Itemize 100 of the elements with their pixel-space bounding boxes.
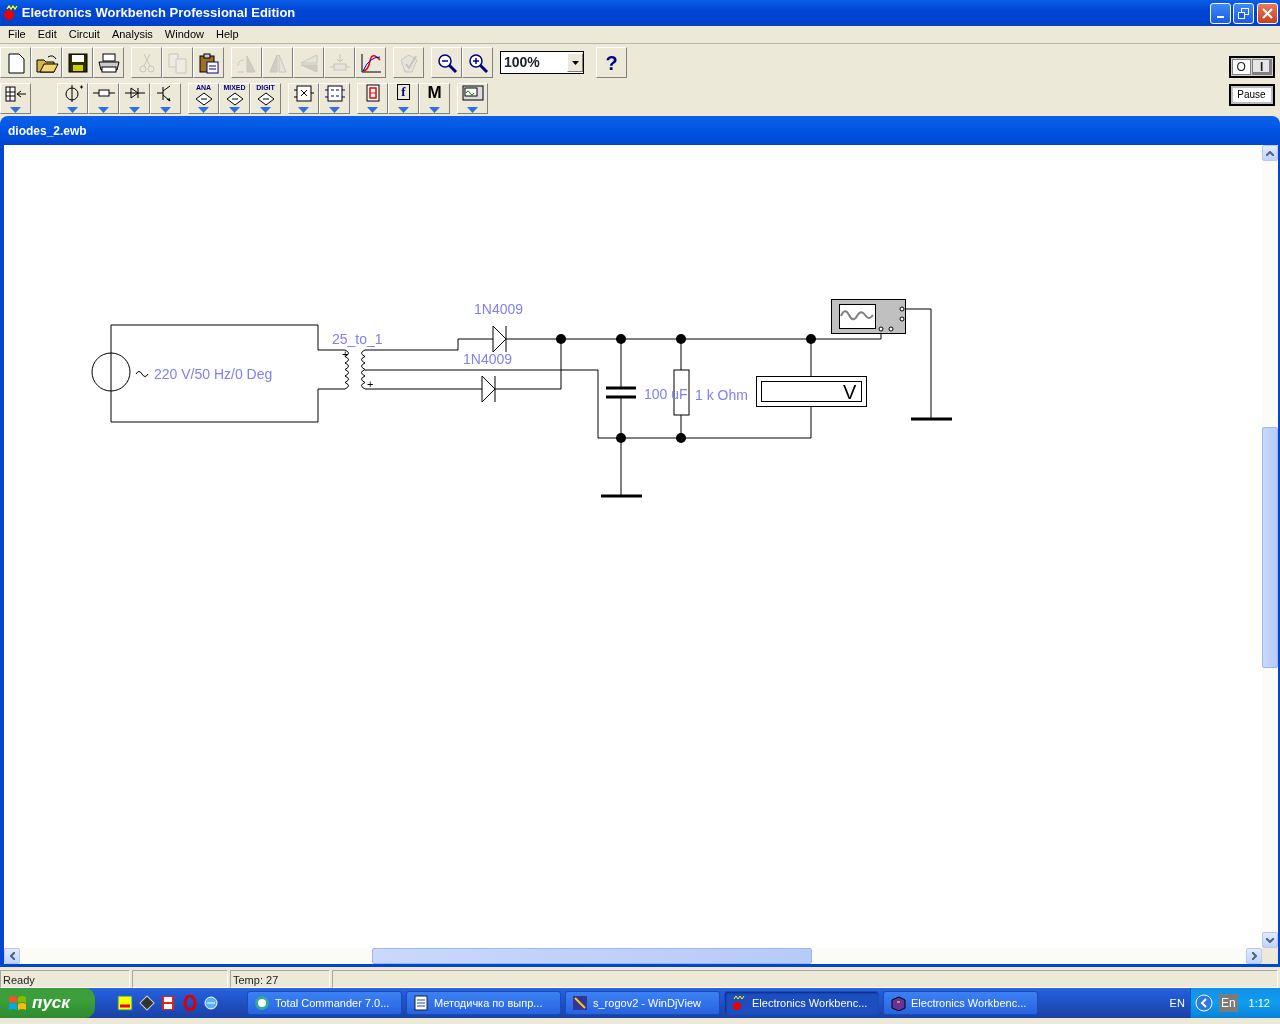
basic-parts-button[interactable] bbox=[88, 82, 119, 114]
diode bbox=[492, 325, 507, 353]
junction-dot bbox=[616, 334, 626, 344]
paste-button[interactable] bbox=[193, 47, 224, 78]
menu-item[interactable]: Analysis bbox=[105, 25, 159, 44]
source-label: 220 V/50 Hz/0 Deg bbox=[154, 366, 273, 382]
transformer-label: 25_to_1 bbox=[332, 331, 383, 347]
chip-icon[interactable] bbox=[138, 995, 155, 1011]
caret-icon bbox=[429, 106, 440, 113]
voltmeter-label: V bbox=[843, 381, 857, 403]
close-button[interactable] bbox=[1257, 2, 1278, 24]
menu-item[interactable]: Edit bbox=[31, 25, 63, 44]
taskbar-button[interactable]: Electronics Workbenc... bbox=[883, 991, 1038, 1015]
taskbar-button[interactable]: Electronics Workbenc... bbox=[724, 991, 879, 1015]
controls-button[interactable]: f bbox=[388, 82, 419, 114]
scroll-left-button[interactable] bbox=[4, 948, 20, 964]
printer-icon bbox=[96, 51, 121, 74]
zoom-dropdown[interactable]: 100% bbox=[500, 51, 584, 74]
ground-symbol bbox=[601, 494, 642, 498]
copy-icon bbox=[165, 51, 190, 74]
diode bbox=[481, 375, 496, 403]
document-title: diodes_2.ewb bbox=[8, 122, 87, 140]
caret-icon bbox=[98, 106, 109, 113]
size-grip[interactable] bbox=[1262, 948, 1278, 964]
graph-button[interactable] bbox=[355, 47, 386, 78]
diode-label: 1N4009 bbox=[474, 301, 524, 317]
caret-icon bbox=[329, 106, 340, 113]
caret-icon bbox=[298, 106, 309, 113]
horizontal-scrollbar[interactable] bbox=[4, 948, 1278, 964]
transformer-coil bbox=[344, 349, 366, 390]
zoom-out-button[interactable] bbox=[431, 47, 462, 78]
scroll-down-button[interactable] bbox=[1262, 932, 1278, 948]
caret-icon bbox=[129, 106, 140, 113]
status-message: Ready bbox=[3, 974, 35, 986]
caret-icon bbox=[367, 106, 378, 113]
taskbar-button[interactable]: s_rogov2 - WinDjView bbox=[565, 991, 720, 1015]
sources-button[interactable] bbox=[57, 82, 88, 114]
scroll-thumb[interactable] bbox=[1262, 427, 1278, 668]
restore-button[interactable] bbox=[1233, 2, 1255, 24]
logic-gate-icon bbox=[291, 83, 316, 102]
pause-button[interactable]: Pause bbox=[1228, 83, 1275, 106]
scroll-thumb[interactable] bbox=[372, 948, 812, 964]
book-icon bbox=[890, 995, 906, 1011]
diode-label: 1N4009 bbox=[463, 351, 513, 367]
parts-bin-icon bbox=[3, 83, 28, 102]
parts-bin-button[interactable] bbox=[0, 82, 31, 114]
menu-item[interactable]: Help bbox=[209, 25, 245, 44]
caret-icon bbox=[10, 106, 21, 113]
taskbar-button[interactable]: Методичка по выпр... bbox=[406, 991, 561, 1015]
save-button[interactable] bbox=[62, 47, 93, 78]
menu-item[interactable]: Circuit bbox=[62, 25, 106, 44]
resistor-label: 1 k Ohm bbox=[695, 387, 748, 403]
ac-source-drawing bbox=[91, 352, 149, 392]
scroll-right-button[interactable] bbox=[1246, 948, 1262, 964]
open-button[interactable] bbox=[31, 47, 62, 78]
instrument-icon bbox=[460, 83, 485, 102]
digital-button[interactable] bbox=[319, 82, 350, 114]
junction-dot bbox=[616, 433, 626, 443]
start-button[interactable]: пуск bbox=[0, 988, 95, 1018]
transistors-button[interactable] bbox=[150, 82, 181, 114]
windows-flag-icon bbox=[8, 995, 26, 1011]
avr-tool-icon[interactable] bbox=[117, 995, 133, 1011]
caret-icon bbox=[160, 106, 171, 113]
close-icon bbox=[1262, 7, 1273, 19]
capacitor bbox=[604, 386, 638, 399]
app-logo-icon bbox=[3, 5, 19, 21]
caret-icon bbox=[67, 106, 78, 113]
language-indicator[interactable]: EN bbox=[1169, 994, 1185, 1012]
zoom-in-button[interactable] bbox=[462, 47, 493, 78]
polarity-mark: + bbox=[367, 378, 374, 390]
digital-ic-icon bbox=[322, 83, 347, 102]
window-title: Electronics Workbench Professional Edition bbox=[21, 4, 297, 23]
new-file-button[interactable] bbox=[0, 47, 31, 78]
clock: 1:12 bbox=[1248, 995, 1270, 1011]
ground-symbol bbox=[911, 417, 952, 421]
junction-dot bbox=[556, 334, 566, 344]
scroll-up-button[interactable] bbox=[1262, 145, 1278, 161]
taskbar-button[interactable]: Total Commander 7.0... bbox=[247, 991, 402, 1015]
miscellaneous-button[interactable]: M bbox=[419, 82, 450, 114]
instruments-button[interactable] bbox=[457, 82, 488, 114]
vertical-scrollbar[interactable] bbox=[1262, 145, 1278, 948]
diodes-button[interactable] bbox=[119, 82, 150, 114]
component-properties-icon bbox=[327, 51, 352, 74]
chevron-icon[interactable] bbox=[1195, 994, 1214, 1012]
help-button[interactable]: ? bbox=[596, 47, 627, 78]
print-button[interactable] bbox=[93, 47, 124, 78]
restore-icon bbox=[1238, 7, 1250, 19]
minimize-button[interactable] bbox=[1209, 2, 1231, 24]
junction-dot bbox=[676, 334, 686, 344]
caret-icon bbox=[467, 106, 478, 113]
menu-item[interactable]: Window bbox=[158, 25, 210, 44]
logic-gates-button[interactable] bbox=[288, 82, 319, 114]
viewer-icon bbox=[572, 995, 588, 1011]
clipboard-icon bbox=[196, 51, 221, 74]
menu-item[interactable]: File bbox=[2, 25, 32, 44]
caret-icon bbox=[398, 106, 409, 113]
keyboard-layout-indicator[interactable]: En bbox=[1218, 994, 1238, 1012]
power-switch[interactable]: O I bbox=[1228, 56, 1275, 78]
minimize-icon bbox=[1216, 16, 1224, 18]
indicators-button[interactable] bbox=[357, 82, 388, 114]
